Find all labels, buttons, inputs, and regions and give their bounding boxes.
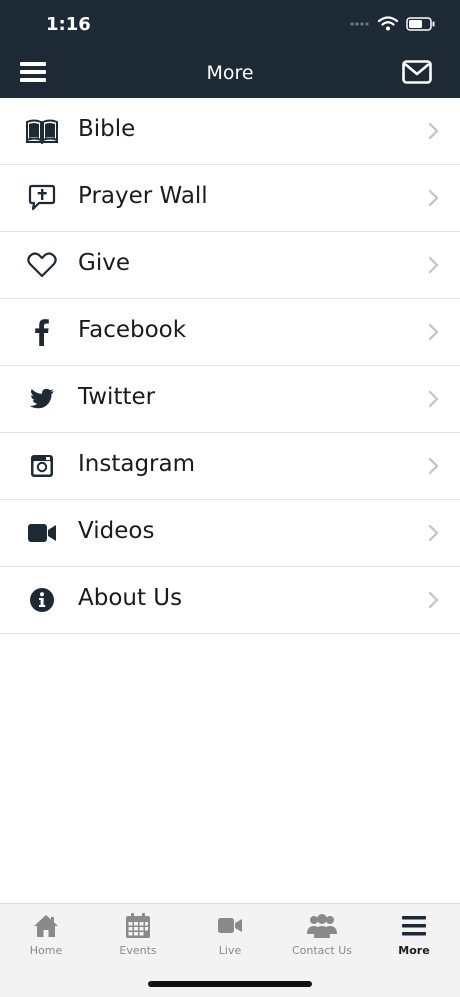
more-menu-list: Bible Prayer Wall Give Facebook Twitter … xyxy=(0,98,460,634)
menu-item-label: Prayer Wall xyxy=(78,183,208,209)
tab-label: Live xyxy=(218,944,242,957)
video-camera-icon xyxy=(25,516,59,550)
menu-item-prayer-wall[interactable]: Prayer Wall xyxy=(0,165,460,232)
tab-label: Home xyxy=(29,944,63,957)
tab-contact-us[interactable]: Contact Us xyxy=(276,912,368,967)
menu-item-videos[interactable]: Videos xyxy=(0,500,460,567)
menu-item-label: Instagram xyxy=(78,451,196,477)
menu-item-twitter[interactable]: Twitter xyxy=(0,366,460,433)
envelope-icon xyxy=(402,60,432,84)
calendar-icon xyxy=(126,913,150,938)
speech-bubble-cross-icon xyxy=(25,181,59,215)
video-camera-icon xyxy=(218,918,242,933)
wifi-icon xyxy=(378,16,398,31)
home-indicator[interactable] xyxy=(148,981,312,987)
menu-item-instagram[interactable]: Instagram xyxy=(0,433,460,500)
chevron-right-icon xyxy=(428,524,439,542)
instagram-icon xyxy=(25,449,59,483)
menu-item-facebook[interactable]: Facebook xyxy=(0,299,460,366)
menu-item-give[interactable]: Give xyxy=(0,232,460,299)
open-book-icon xyxy=(25,114,59,148)
page-title: More xyxy=(206,62,254,84)
people-group-icon xyxy=(307,914,337,938)
cellular-signal-icon xyxy=(350,21,369,26)
tab-more[interactable]: More xyxy=(368,912,460,967)
menu-item-label: About Us xyxy=(78,585,183,611)
mail-button[interactable] xyxy=(402,60,436,90)
menu-item-label: Give xyxy=(78,250,130,276)
menu-item-bible[interactable]: Bible xyxy=(0,98,460,165)
menu-item-label: Facebook xyxy=(78,317,187,343)
menu-item-about-us[interactable]: About Us xyxy=(0,567,460,634)
chevron-right-icon xyxy=(428,390,439,408)
home-icon xyxy=(34,915,58,937)
menu-item-label: Twitter xyxy=(78,384,156,410)
info-icon xyxy=(25,583,59,617)
menu-item-label: Bible xyxy=(78,116,136,142)
tab-label: Events xyxy=(119,944,157,957)
chevron-right-icon xyxy=(428,256,439,274)
nav-bar: More xyxy=(0,50,460,98)
battery-icon xyxy=(406,16,435,31)
tab-label: More xyxy=(398,944,430,957)
facebook-icon xyxy=(25,315,59,349)
chevron-right-icon xyxy=(428,122,439,140)
heart-icon xyxy=(25,248,59,282)
tab-live[interactable]: Live xyxy=(184,912,276,967)
status-bar: 1:16 xyxy=(0,0,460,50)
tab-home[interactable]: Home xyxy=(0,912,92,967)
chevron-right-icon xyxy=(428,457,439,475)
status-icons xyxy=(350,16,436,31)
chevron-right-icon xyxy=(428,323,439,341)
menu-item-label: Videos xyxy=(78,518,155,544)
twitter-icon xyxy=(25,382,59,416)
chevron-right-icon xyxy=(428,189,439,207)
status-time: 1:16 xyxy=(46,14,91,35)
tab-label: Contact Us xyxy=(291,944,353,957)
chevron-right-icon xyxy=(428,591,439,609)
hamburger-menu-icon xyxy=(402,916,426,936)
tab-events[interactable]: Events xyxy=(92,912,184,967)
